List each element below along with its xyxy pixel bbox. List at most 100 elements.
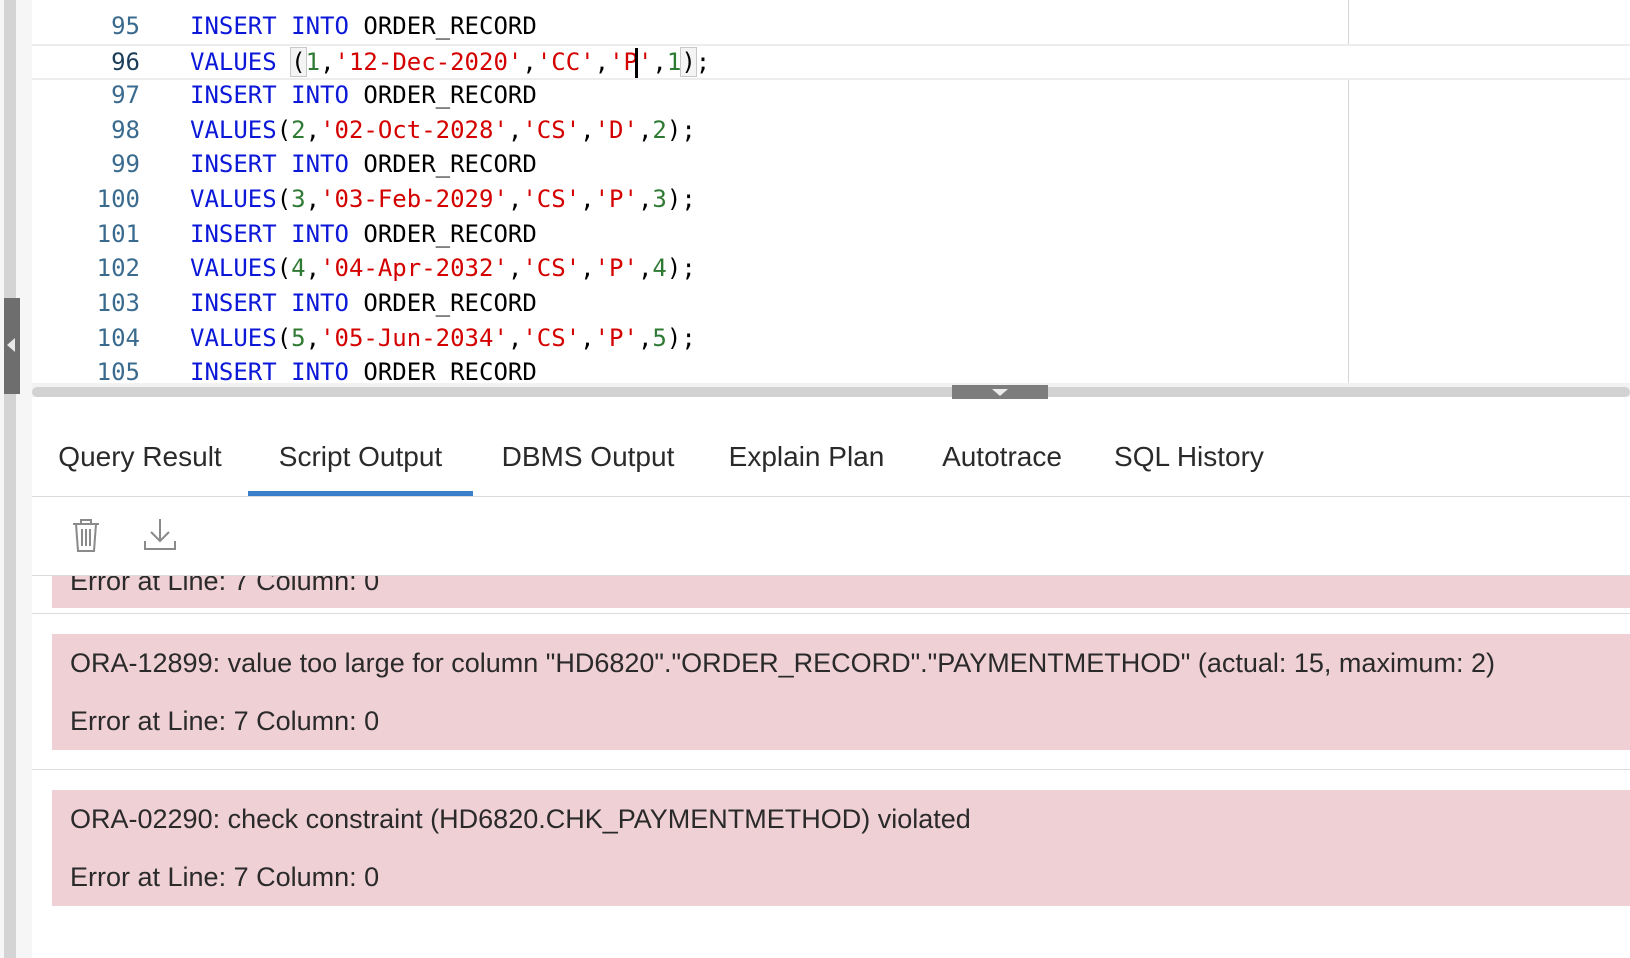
- sql-token: ,: [507, 254, 523, 282]
- code-line[interactable]: 98 VALUES(2,'02-Oct-2028','CS','D',2);: [32, 112, 1630, 148]
- output-separator: [32, 769, 1630, 770]
- download-icon: [144, 519, 176, 550]
- left-splitter-handle[interactable]: [4, 298, 20, 394]
- sql-token: ,: [507, 324, 523, 352]
- clear-output-button[interactable]: [66, 515, 106, 555]
- code-line[interactable]: 102 VALUES(4,'04-Apr-2032','CS','P',4);: [32, 250, 1630, 286]
- code-line[interactable]: 97 INSERT INTO ORDER_RECORD: [32, 77, 1630, 113]
- sql-token: ORDER_RECORD: [348, 81, 537, 109]
- line-number: 98: [111, 116, 140, 144]
- sql-token: ,: [507, 185, 523, 213]
- sql-number: 3: [652, 185, 667, 213]
- sql-token: (: [276, 324, 292, 352]
- sql-keyword: INTO: [291, 289, 349, 317]
- line-number: 103: [96, 289, 140, 317]
- code-line[interactable]: 101 INSERT INTO ORDER_RECORD: [32, 216, 1630, 252]
- download-output-button[interactable]: [140, 515, 180, 555]
- sql-token: ORDER_RECORD: [348, 358, 537, 383]
- code-line[interactable]: 104 VALUES(5,'05-Jun-2034','CS','P',5);: [32, 320, 1630, 356]
- sql-token: ,: [637, 185, 653, 213]
- tab-sql-history[interactable]: SQL History: [1094, 418, 1284, 496]
- tab-label: DBMS Output: [501, 441, 675, 472]
- sql-token: );: [666, 254, 696, 282]
- tab-label: Query Result: [58, 441, 222, 472]
- tab-label: Script Output: [278, 441, 443, 472]
- code-line[interactable]: 105 INSERT INTO ORDER_RECORD: [32, 354, 1630, 383]
- sql-keyword: VALUES: [190, 116, 277, 144]
- output-separator: [32, 613, 1630, 614]
- output-tab-bar: Query Result Script Output DBMS Output E…: [32, 418, 1630, 497]
- sql-number: 1: [666, 48, 682, 76]
- sql-string: 'CS': [522, 185, 581, 213]
- sql-token: ,: [594, 48, 610, 76]
- sql-string: 'P': [594, 254, 638, 282]
- sql-string: 'CC': [536, 48, 595, 76]
- code-text: VALUES(3,'03-Feb-2029','CS','P',3);: [190, 181, 696, 217]
- sql-string: 'CS': [522, 254, 581, 282]
- line-number: 96: [111, 48, 140, 76]
- sql-token: ,: [305, 185, 321, 213]
- line-number: 95: [111, 12, 140, 40]
- sql-keyword: INSERT: [190, 220, 277, 248]
- chevron-down-icon: [992, 389, 1008, 396]
- error-location-text: Error at Line: 7 Column: 0: [70, 862, 380, 892]
- sql-token: ORDER_RECORD: [348, 150, 537, 178]
- code-line-current[interactable]: 96 VALUES (1,'12-Dec-2020','CC','P',1);: [32, 44, 1630, 80]
- sql-keyword: INTO: [291, 358, 349, 383]
- code-line[interactable]: 103 INSERT INTO ORDER_RECORD: [32, 285, 1630, 321]
- tab-script-output[interactable]: Script Output: [248, 418, 473, 496]
- sql-token: ORDER_RECORD: [348, 220, 537, 248]
- sql-keyword: INTO: [291, 150, 349, 178]
- code-line[interactable]: 95 INSERT INTO ORDER_RECORD: [32, 8, 1630, 44]
- line-number: 105: [96, 358, 140, 383]
- sql-keyword: INSERT: [190, 81, 277, 109]
- line-number: 102: [96, 254, 140, 282]
- splitter-handle[interactable]: [952, 385, 1048, 399]
- left-splitter[interactable]: [0, 0, 32, 958]
- sql-keyword: INTO: [291, 220, 349, 248]
- script-output-pane[interactable]: Error at Line: 7 Column: 0 ORA-12899: va…: [32, 576, 1630, 958]
- chevron-left-icon: [7, 338, 15, 352]
- sql-token: );: [666, 116, 696, 144]
- sql-number: 2: [291, 116, 306, 144]
- trash-icon: [73, 519, 99, 552]
- sql-string: 'CS': [522, 324, 581, 352]
- sql-number: 5: [652, 324, 667, 352]
- editor-output-splitter[interactable]: [32, 383, 1630, 399]
- sql-string: 'P': [594, 324, 638, 352]
- tab-explain-plan[interactable]: Explain Plan: [703, 418, 910, 496]
- line-number: 100: [96, 185, 140, 213]
- error-location-text: Error at Line: 7 Column: 0: [70, 576, 380, 596]
- tab-dbms-output[interactable]: DBMS Output: [473, 418, 703, 496]
- sql-token: ,: [580, 324, 595, 352]
- sql-token: ORDER_RECORD: [348, 12, 537, 40]
- sql-token: ,: [305, 324, 321, 352]
- sql-string: 'P: [609, 48, 638, 76]
- code-text: INSERT INTO ORDER_RECORD: [190, 146, 537, 182]
- sql-number: 3: [291, 185, 306, 213]
- code-editor[interactable]: 95 INSERT INTO ORDER_RECORD 96 VALUES (1,'1…: [32, 0, 1630, 383]
- sql-token: ;: [695, 48, 711, 76]
- sql-keyword: VALUES: [190, 48, 277, 76]
- sql-token: );: [666, 324, 696, 352]
- sql-number: 4: [291, 254, 306, 282]
- tab-query-result[interactable]: Query Result: [32, 418, 248, 496]
- code-text: VALUES(4,'04-Apr-2032','CS','P',4);: [190, 250, 696, 286]
- sql-string: '03-Feb-2029': [320, 185, 508, 213]
- sql-token: ,: [580, 254, 595, 282]
- tab-autotrace[interactable]: Autotrace: [910, 418, 1094, 496]
- error-message-block: ORA-12899: value too large for column "H…: [52, 634, 1630, 750]
- code-line[interactable]: 99 INSERT INTO ORDER_RECORD: [32, 146, 1630, 182]
- code-line[interactable]: 100 VALUES(3,'03-Feb-2029','CS','P',3);: [32, 181, 1630, 217]
- sql-token: (: [276, 185, 292, 213]
- sql-keyword: INTO: [291, 81, 349, 109]
- sql-keyword: VALUES: [190, 324, 277, 352]
- sql-token: ,: [507, 116, 523, 144]
- sql-keyword: INSERT: [190, 289, 277, 317]
